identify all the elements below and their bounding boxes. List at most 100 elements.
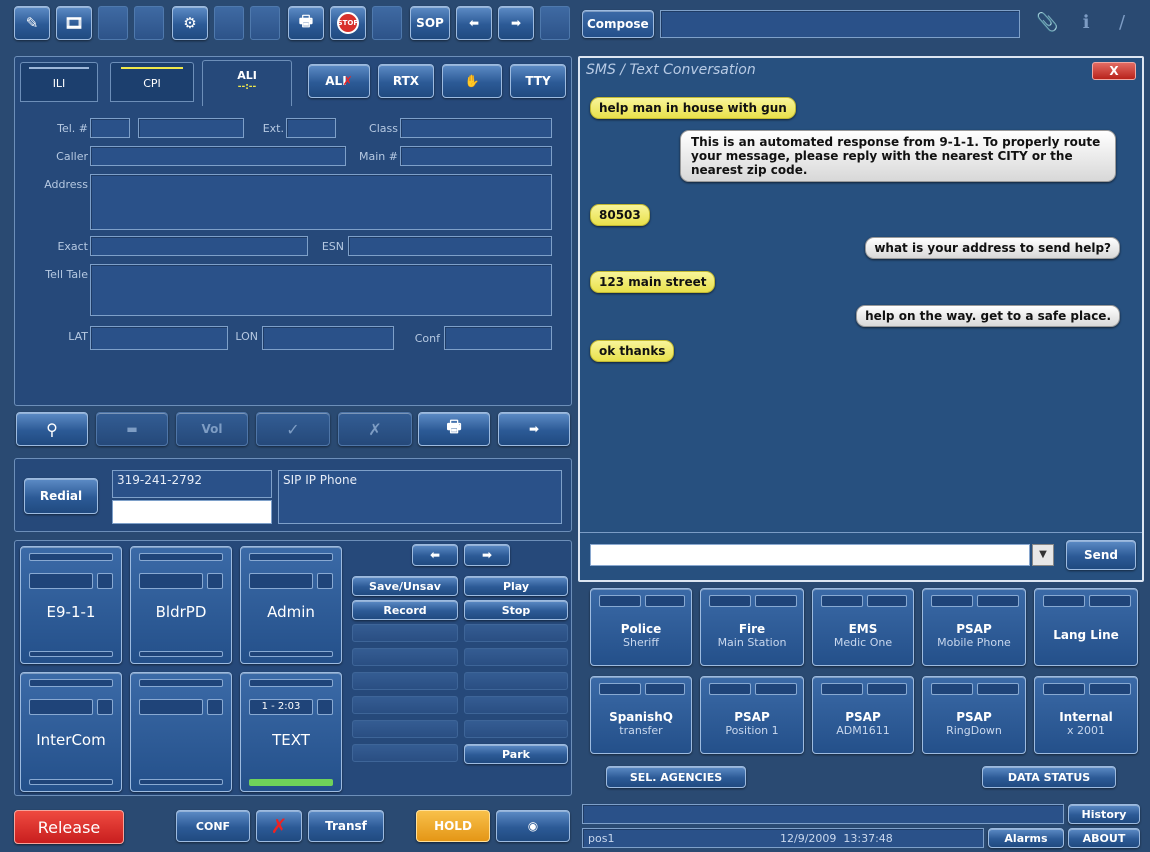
ali-forward-button[interactable]: ➡: [498, 412, 570, 446]
recorder-slot[interactable]: [464, 624, 568, 642]
record-button[interactable]: Record: [352, 600, 458, 620]
search-button[interactable]: ⚲: [16, 412, 88, 446]
audio-button[interactable]: ◉: [496, 810, 570, 842]
recorder-slot[interactable]: [352, 648, 458, 666]
speed-dial-fire[interactable]: Fire Main Station: [700, 588, 804, 666]
compose-input[interactable]: [660, 10, 1020, 38]
tab-ali[interactable]: ALI --:--: [202, 60, 292, 106]
rec-forward-button[interactable]: ➡: [464, 544, 510, 566]
conference-button[interactable]: CONF: [176, 810, 250, 842]
speed-dial-police[interactable]: Police Sheriff: [590, 588, 692, 666]
check-button[interactable]: ✓: [256, 412, 330, 446]
main-field[interactable]: [400, 146, 552, 166]
volume-button[interactable]: Vol: [176, 412, 248, 446]
tel-number-field[interactable]: [138, 118, 244, 138]
recorder-slot[interactable]: [464, 648, 568, 666]
line-button-text[interactable]: 1 - 2:03 TEXT: [240, 672, 342, 792]
ali-print-button[interactable]: 🖶: [418, 412, 490, 446]
alarms-button[interactable]: Alarms: [988, 828, 1064, 848]
ali-rebid-button[interactable]: ALI ✗: [308, 64, 370, 98]
toolbar-slot-6[interactable]: [540, 6, 570, 40]
cancel-transfer-button[interactable]: ✗: [256, 810, 302, 842]
badge-button[interactable]: ⚙: [172, 6, 208, 40]
recorder-slot[interactable]: [352, 672, 458, 690]
toolbar-slot-4[interactable]: [250, 6, 280, 40]
cancel-x-button[interactable]: ✗: [338, 412, 412, 446]
line-button-intercom[interactable]: InterCom: [20, 672, 122, 792]
hand-button[interactable]: ✋: [442, 64, 502, 98]
history-button[interactable]: History: [1068, 804, 1140, 824]
save-unsave-button[interactable]: Save/Unsav: [352, 576, 458, 596]
toolbar-slot-3[interactable]: [214, 6, 244, 40]
back-arrow-button[interactable]: ⬅: [456, 6, 492, 40]
select-agencies-button[interactable]: SEL. AGENCIES: [606, 766, 746, 788]
recorder-slot[interactable]: [464, 696, 568, 714]
tab-ili[interactable]: ILI: [20, 62, 98, 102]
class-field[interactable]: [400, 118, 552, 138]
hold-button[interactable]: HOLD: [416, 810, 490, 842]
speed-dial-ems[interactable]: EMS Medic One: [812, 588, 914, 666]
sms-close-button[interactable]: X: [1092, 62, 1136, 80]
conf-field[interactable]: [444, 326, 552, 350]
caller-field[interactable]: [90, 146, 346, 166]
tab-cpi[interactable]: CPI: [110, 62, 194, 102]
send-button[interactable]: Send: [1066, 540, 1136, 570]
speed-dial-lang-line[interactable]: Lang Line: [1034, 588, 1138, 666]
recorder-slot[interactable]: [352, 624, 458, 642]
dial-input[interactable]: [112, 500, 272, 524]
sop-button[interactable]: SOP: [410, 6, 450, 40]
toolbar-slot-5[interactable]: [372, 6, 402, 40]
speed-dial-spanishq[interactable]: SpanishQ transfer: [590, 676, 692, 754]
telltale-field[interactable]: [90, 264, 552, 316]
line-button-empty[interactable]: [130, 672, 232, 792]
speed-dial-psap-ringdown[interactable]: PSAP RingDown: [922, 676, 1026, 754]
recorder-slot[interactable]: [352, 744, 458, 762]
slash-icon[interactable]: /: [1108, 12, 1136, 38]
line-button-admin[interactable]: Admin: [240, 546, 342, 664]
tel-area-field[interactable]: [90, 118, 130, 138]
toolbar-slot-2[interactable]: [134, 6, 164, 40]
play-button[interactable]: Play: [464, 576, 568, 596]
address-field[interactable]: [90, 174, 552, 230]
attach-icon[interactable]: 📎: [1036, 12, 1064, 38]
redial-button[interactable]: Redial: [24, 478, 98, 514]
data-status-button[interactable]: DATA STATUS: [982, 766, 1116, 788]
stop-button[interactable]: STOP: [330, 6, 366, 40]
tty-button[interactable]: TTY: [510, 64, 566, 98]
speed-dial-internal[interactable]: Internal x 2001: [1034, 676, 1138, 754]
sms-dropdown-button[interactable]: ▼: [1032, 544, 1054, 566]
compose-button[interactable]: Compose: [582, 10, 654, 38]
speed-dial-psap-mobile[interactable]: PSAP Mobile Phone: [922, 588, 1026, 666]
lat-field[interactable]: [90, 326, 228, 350]
toolbar-slot-1[interactable]: [98, 6, 128, 40]
lon-field[interactable]: [262, 326, 394, 350]
recorder-slot[interactable]: [464, 672, 568, 690]
park-button[interactable]: Park: [464, 744, 568, 764]
rec-back-button[interactable]: ⬅: [412, 544, 458, 566]
info-icon[interactable]: ℹ: [1072, 12, 1100, 38]
release-button[interactable]: Release: [14, 810, 124, 844]
film-button[interactable]: 🎞: [56, 6, 92, 40]
print-button[interactable]: 🖶: [288, 6, 324, 40]
recorder-slot[interactable]: [352, 720, 458, 738]
speed-dial-psap-adm[interactable]: PSAP ADM1611: [812, 676, 914, 754]
sms-message-input[interactable]: [590, 544, 1030, 566]
forward-arrow-button[interactable]: ➡: [498, 6, 534, 40]
stop-record-button[interactable]: Stop: [464, 600, 568, 620]
rtx-button[interactable]: RTX: [378, 64, 434, 98]
recorder-slot[interactable]: [352, 696, 458, 714]
speed-dial-title: Internal: [1059, 709, 1113, 724]
conf-label: CONF: [195, 819, 231, 833]
ext-field[interactable]: [286, 118, 336, 138]
about-button[interactable]: ABOUT: [1068, 828, 1140, 848]
speed-dial-psap-position[interactable]: PSAP Position 1: [700, 676, 804, 754]
eraser-button[interactable]: ▬: [96, 412, 168, 446]
tab-ali-label: ALI: [237, 69, 257, 82]
esn-field[interactable]: [348, 236, 552, 256]
line-button-bldrpd[interactable]: BldrPD: [130, 546, 232, 664]
recorder-slot[interactable]: [464, 720, 568, 738]
transfer-button[interactable]: Transf: [308, 810, 384, 842]
exact-field[interactable]: [90, 236, 308, 256]
edit-pencil-button[interactable]: ✎: [14, 6, 50, 40]
line-button-e911[interactable]: E9-1-1: [20, 546, 122, 664]
